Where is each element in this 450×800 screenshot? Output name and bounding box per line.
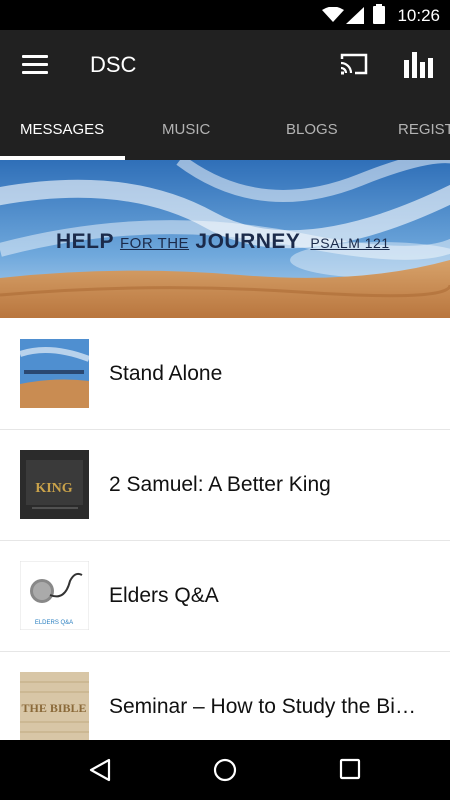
status-bar: 10:26 bbox=[0, 0, 450, 30]
cast-icon[interactable] bbox=[339, 52, 369, 76]
the-bible-thumb: THE BIBLE bbox=[20, 672, 89, 741]
list-item[interactable]: Stand Alone bbox=[0, 319, 450, 430]
app-bar: DSC bbox=[0, 30, 450, 100]
svg-text:THE BIBLE: THE BIBLE bbox=[21, 701, 86, 715]
system-nav-bar bbox=[0, 740, 450, 800]
app-title: DSC bbox=[90, 52, 137, 77]
menu-icon[interactable] bbox=[22, 55, 48, 75]
tab-music[interactable]: MUSIC bbox=[162, 100, 210, 160]
signal-icon bbox=[346, 7, 364, 24]
wifi-icon bbox=[322, 7, 344, 22]
svg-text:ELDERS Q&A: ELDERS Q&A bbox=[35, 620, 73, 626]
tab-register[interactable]: REGIST bbox=[398, 100, 450, 160]
message-title: Elders Q&A bbox=[109, 584, 219, 607]
svg-text:KING: KING bbox=[35, 481, 72, 496]
battery-icon bbox=[373, 4, 385, 24]
list-item[interactable]: ELDERS Q&A Elders Q&A bbox=[0, 541, 450, 652]
a-better-king-thumb: KING bbox=[20, 450, 89, 519]
back-icon[interactable] bbox=[89, 758, 111, 782]
home-icon[interactable] bbox=[213, 758, 237, 782]
list-item[interactable]: KING 2 Samuel: A Better King bbox=[0, 430, 450, 541]
help-for-the-journey-thumb bbox=[20, 339, 89, 408]
message-title: Stand Alone bbox=[109, 362, 223, 385]
equalizer-icon[interactable] bbox=[404, 50, 434, 78]
banner-title: HELP FOR THE JOURNEY PSALM 121 bbox=[56, 230, 390, 253]
series-banner[interactable]: HELP FOR THE JOURNEY PSALM 121 bbox=[0, 160, 450, 318]
clock: 10:26 bbox=[397, 6, 440, 25]
elders-qa-thumb: ELDERS Q&A bbox=[20, 561, 89, 630]
message-list: Stand Alone KING 2 Samuel: A Better King… bbox=[0, 319, 450, 763]
tab-bar: MESSAGES MUSIC BLOGS REGIST bbox=[0, 100, 450, 160]
tab-blogs[interactable]: BLOGS bbox=[286, 100, 338, 160]
tab-messages[interactable]: MESSAGES bbox=[20, 100, 104, 160]
recents-icon[interactable] bbox=[339, 758, 361, 780]
message-title: 2 Samuel: A Better King bbox=[109, 473, 331, 496]
